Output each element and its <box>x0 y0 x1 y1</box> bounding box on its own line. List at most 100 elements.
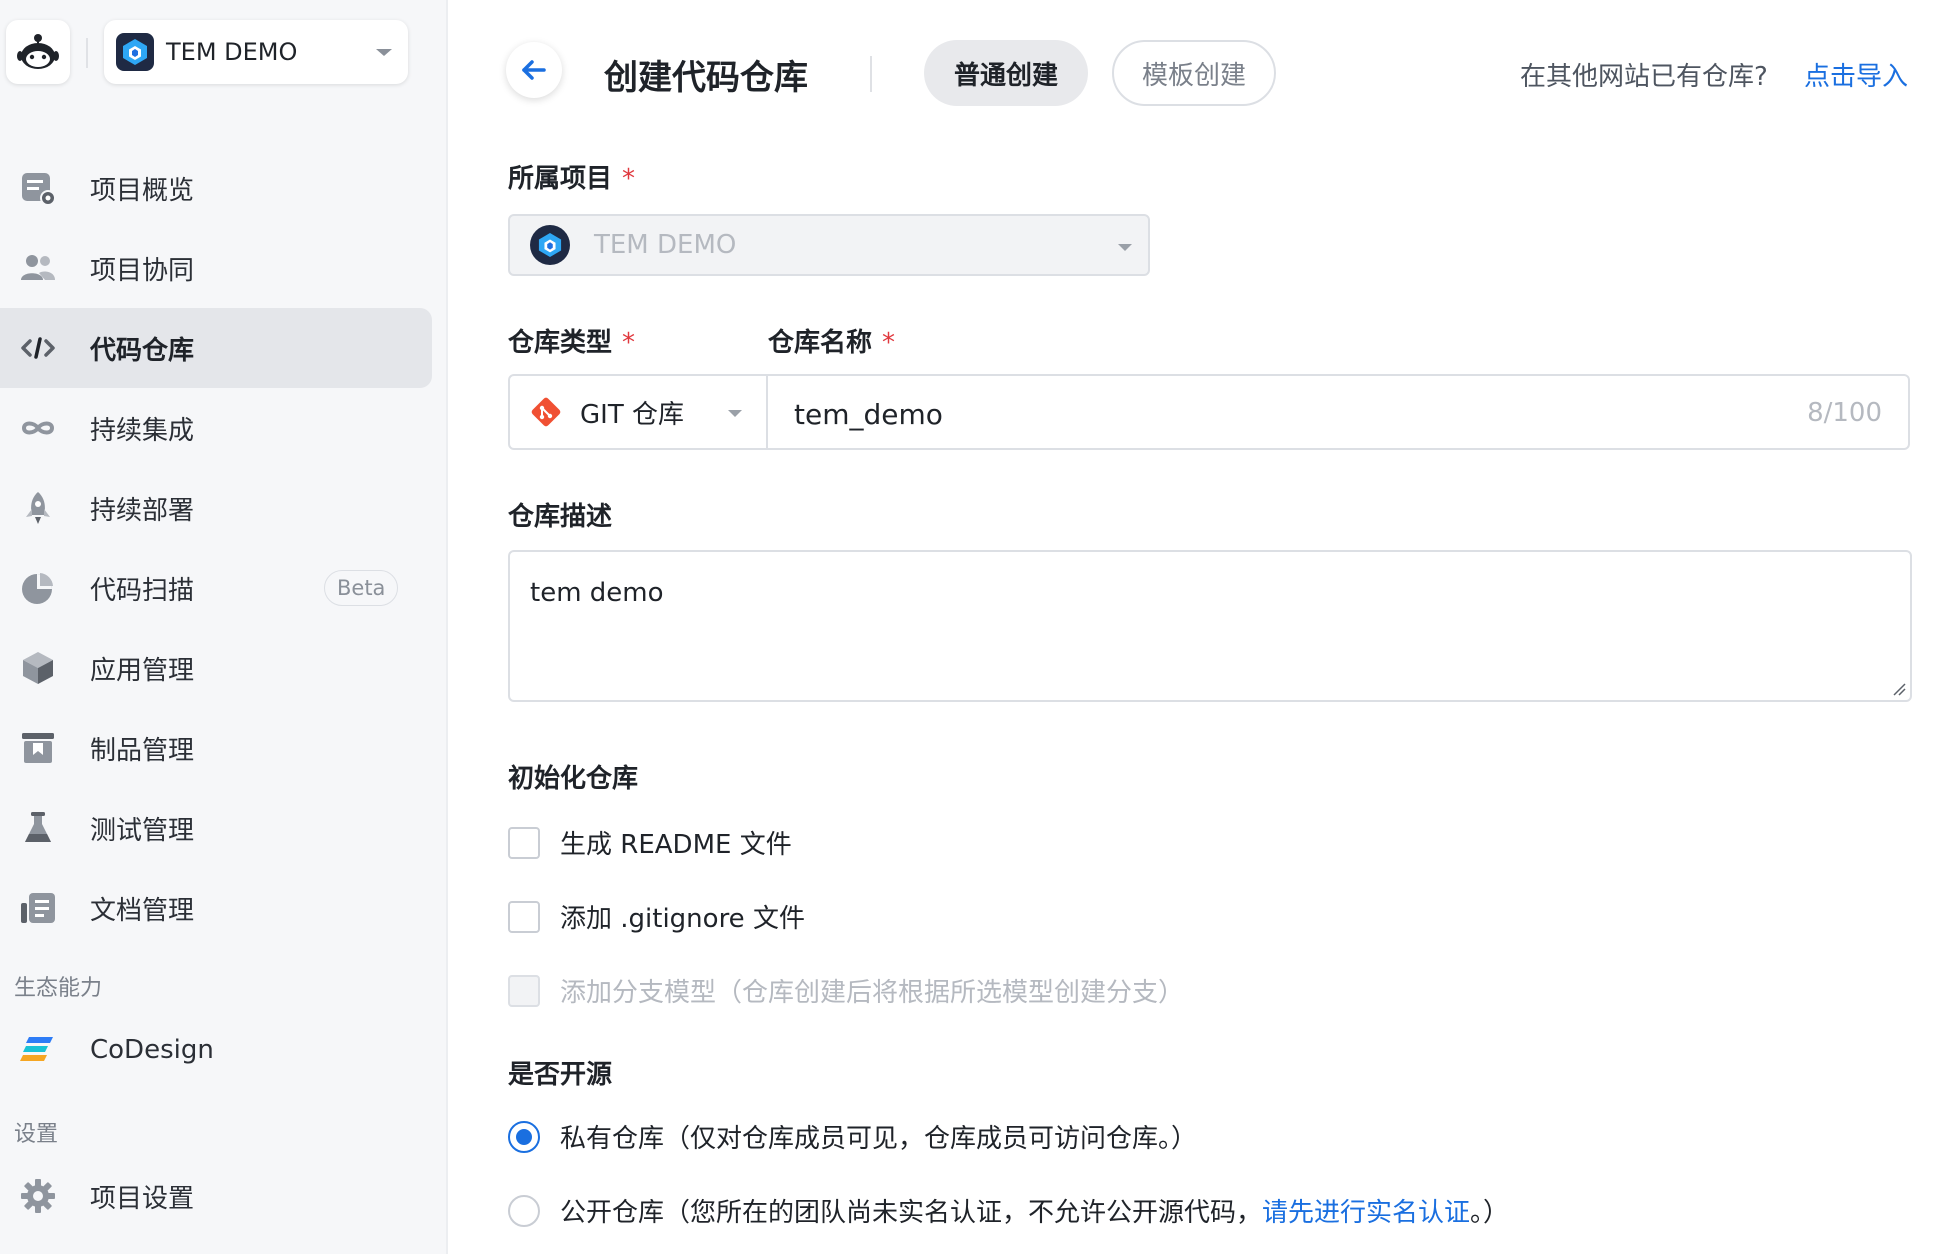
repo-name-label-text: 仓库名称 <box>768 328 873 358</box>
chevron-down-icon <box>376 49 392 56</box>
init-section-label: 初始化仓库 <box>508 764 639 794</box>
verify-identity-link[interactable]: 请先进行实名认证 <box>1262 1192 1470 1229</box>
gitignore-label: 添加 .gitignore 文件 <box>560 904 805 934</box>
required-mark: * <box>882 328 896 358</box>
sidebar-item-apps[interactable]: 应用管理 <box>0 628 448 708</box>
sidebar-item-docs[interactable]: 文档管理 <box>0 868 448 948</box>
public-repo-option[interactable]: 公开仓库（您所在的团队尚未实名认证，不允许公开源代码， 请先进行实名认证。） <box>508 1192 1509 1229</box>
beta-badge: Beta <box>324 570 399 606</box>
sidebar-item-ci[interactable]: 持续集成 <box>0 388 448 468</box>
private-label: 私有仓库（仅对仓库成员可见，仓库成员可访问仓库。） <box>560 1124 1198 1154</box>
pie-scan-icon <box>18 568 58 608</box>
members-icon <box>18 248 58 288</box>
sidebar-item-label: 制品管理 <box>90 735 195 766</box>
import-link[interactable]: 点击导入 <box>1804 56 1908 93</box>
overview-icon <box>18 168 58 208</box>
branch-model-checkbox <box>508 974 540 1007</box>
code-icon <box>18 328 58 368</box>
sidebar-item-collaboration[interactable]: 项目协同 <box>0 228 448 308</box>
branch-model-label: 添加分支模型（仓库创建后将根据所选模型创建分支） <box>560 978 1185 1008</box>
gitignore-checkbox[interactable] <box>508 900 540 933</box>
tab-template-create[interactable]: 模板创建 <box>1112 40 1276 106</box>
git-icon <box>531 397 561 427</box>
sidebar-item-label: 应用管理 <box>90 655 195 686</box>
tab-normal-create[interactable]: 普通创建 <box>924 40 1088 106</box>
sidebar-item-overview[interactable]: 项目概览 <box>0 148 448 228</box>
title-divider <box>870 56 872 92</box>
resize-handle-icon[interactable] <box>1892 682 1906 696</box>
sidebar-item-label: 测试管理 <box>90 815 195 846</box>
description-label: 仓库描述 <box>508 502 613 532</box>
repo-type-value: GIT 仓库 <box>580 399 684 430</box>
sidebar-item-code-repo[interactable]: 代码仓库 <box>0 308 432 388</box>
project-name: TEM DEMO <box>166 38 298 66</box>
codesign-icon <box>18 1030 58 1070</box>
sidebar-item-label: CoDesign <box>90 1035 214 1065</box>
sidebar-item-label: 项目概览 <box>90 175 195 206</box>
project-switcher[interactable]: TEM DEMO <box>104 20 408 84</box>
description-value: tem demo <box>530 578 664 608</box>
private-radio[interactable] <box>508 1120 540 1153</box>
sidebar-item-codesign[interactable]: CoDesign <box>0 1010 448 1090</box>
section-settings: 设置 <box>14 1122 59 1147</box>
project-select: TEM DEMO <box>508 214 1150 276</box>
sidebar-item-label: 代码仓库 <box>90 335 195 366</box>
repo-name-input[interactable]: tem_demo 8/100 <box>766 374 1910 450</box>
project-logo-icon <box>530 225 570 265</box>
import-prompt: 在其他网站已有仓库? <box>1520 62 1768 92</box>
page-title: 创建代码仓库 <box>604 58 808 98</box>
app-logo-button[interactable] <box>6 20 70 84</box>
repo-type-label-text: 仓库类型 <box>508 328 613 358</box>
project-select-value: TEM DEMO <box>594 230 737 260</box>
sidebar-item-label: 项目设置 <box>90 1183 195 1214</box>
flask-icon <box>18 808 58 848</box>
chevron-down-icon <box>728 410 742 417</box>
archive-icon <box>18 728 58 768</box>
sidebar-nav: 项目概览 项目协同 代码仓库 持续集成 持续部署 代码扫描 Beta 应用管理 … <box>0 148 448 948</box>
header-divider <box>86 38 88 68</box>
document-icon <box>18 888 58 928</box>
init-gitignore-option[interactable]: 添加 .gitignore 文件 <box>508 898 805 935</box>
public-label-suffix: 。） <box>1470 1198 1510 1228</box>
project-field-label: 所属项目 * <box>508 158 635 195</box>
infinity-icon <box>18 408 58 448</box>
private-repo-option[interactable]: 私有仓库（仅对仓库成员可见，仓库成员可访问仓库。） <box>508 1118 1197 1155</box>
visibility-section-label: 是否开源 <box>508 1060 613 1090</box>
chevron-down-icon <box>1118 244 1132 251</box>
arrow-left-icon <box>522 60 546 80</box>
required-mark: * <box>622 328 636 358</box>
sidebar-item-label: 文档管理 <box>90 895 195 926</box>
mascot-logo-icon <box>17 34 59 69</box>
sidebar-item-label: 代码扫描 <box>90 575 195 606</box>
sidebar-item-artifacts[interactable]: 制品管理 <box>0 708 448 788</box>
init-readme-option[interactable]: 生成 README 文件 <box>508 824 792 861</box>
sidebar-item-label: 持续部署 <box>90 495 195 526</box>
project-logo-icon <box>116 33 154 71</box>
sidebar-header: TEM DEMO <box>0 0 448 104</box>
sidebar-item-label: 项目协同 <box>90 255 195 286</box>
public-radio[interactable] <box>508 1194 540 1227</box>
repo-name-field-label: 仓库名称 * <box>768 322 895 359</box>
section-eco: 生态能力 <box>14 976 103 1001</box>
readme-checkbox[interactable] <box>508 826 540 859</box>
sidebar-item-label: 持续集成 <box>90 415 195 446</box>
sidebar: TEM DEMO 项目概览 项目协同 代码仓库 持续集成 持续部署 代码扫描 B… <box>0 0 448 1254</box>
sidebar-item-testing[interactable]: 测试管理 <box>0 788 448 868</box>
rocket-icon <box>18 488 58 528</box>
public-label-prefix: 公开仓库（您所在的团队尚未实名认证，不允许公开源代码， <box>560 1198 1263 1228</box>
repo-name-value: tem_demo <box>794 398 943 431</box>
back-button[interactable] <box>506 42 562 98</box>
init-branch-model-option: 添加分支模型（仓库创建后将根据所选模型创建分支） <box>508 972 1184 1009</box>
required-mark: * <box>622 164 636 194</box>
sidebar-item-cd[interactable]: 持续部署 <box>0 468 448 548</box>
cube-icon <box>18 648 58 688</box>
gear-icon <box>18 1176 58 1216</box>
char-counter: 8/100 <box>1807 398 1882 428</box>
repo-type-field-label: 仓库类型 * <box>508 322 635 359</box>
sidebar-item-code-scan[interactable]: 代码扫描 Beta <box>0 548 448 628</box>
sidebar-item-project-settings[interactable]: 项目设置 <box>0 1156 448 1236</box>
repo-type-select[interactable]: GIT 仓库 <box>508 374 768 450</box>
readme-label: 生成 README 文件 <box>560 830 792 860</box>
description-textarea[interactable]: tem demo <box>508 550 1912 702</box>
project-label-text: 所属项目 <box>508 164 613 194</box>
